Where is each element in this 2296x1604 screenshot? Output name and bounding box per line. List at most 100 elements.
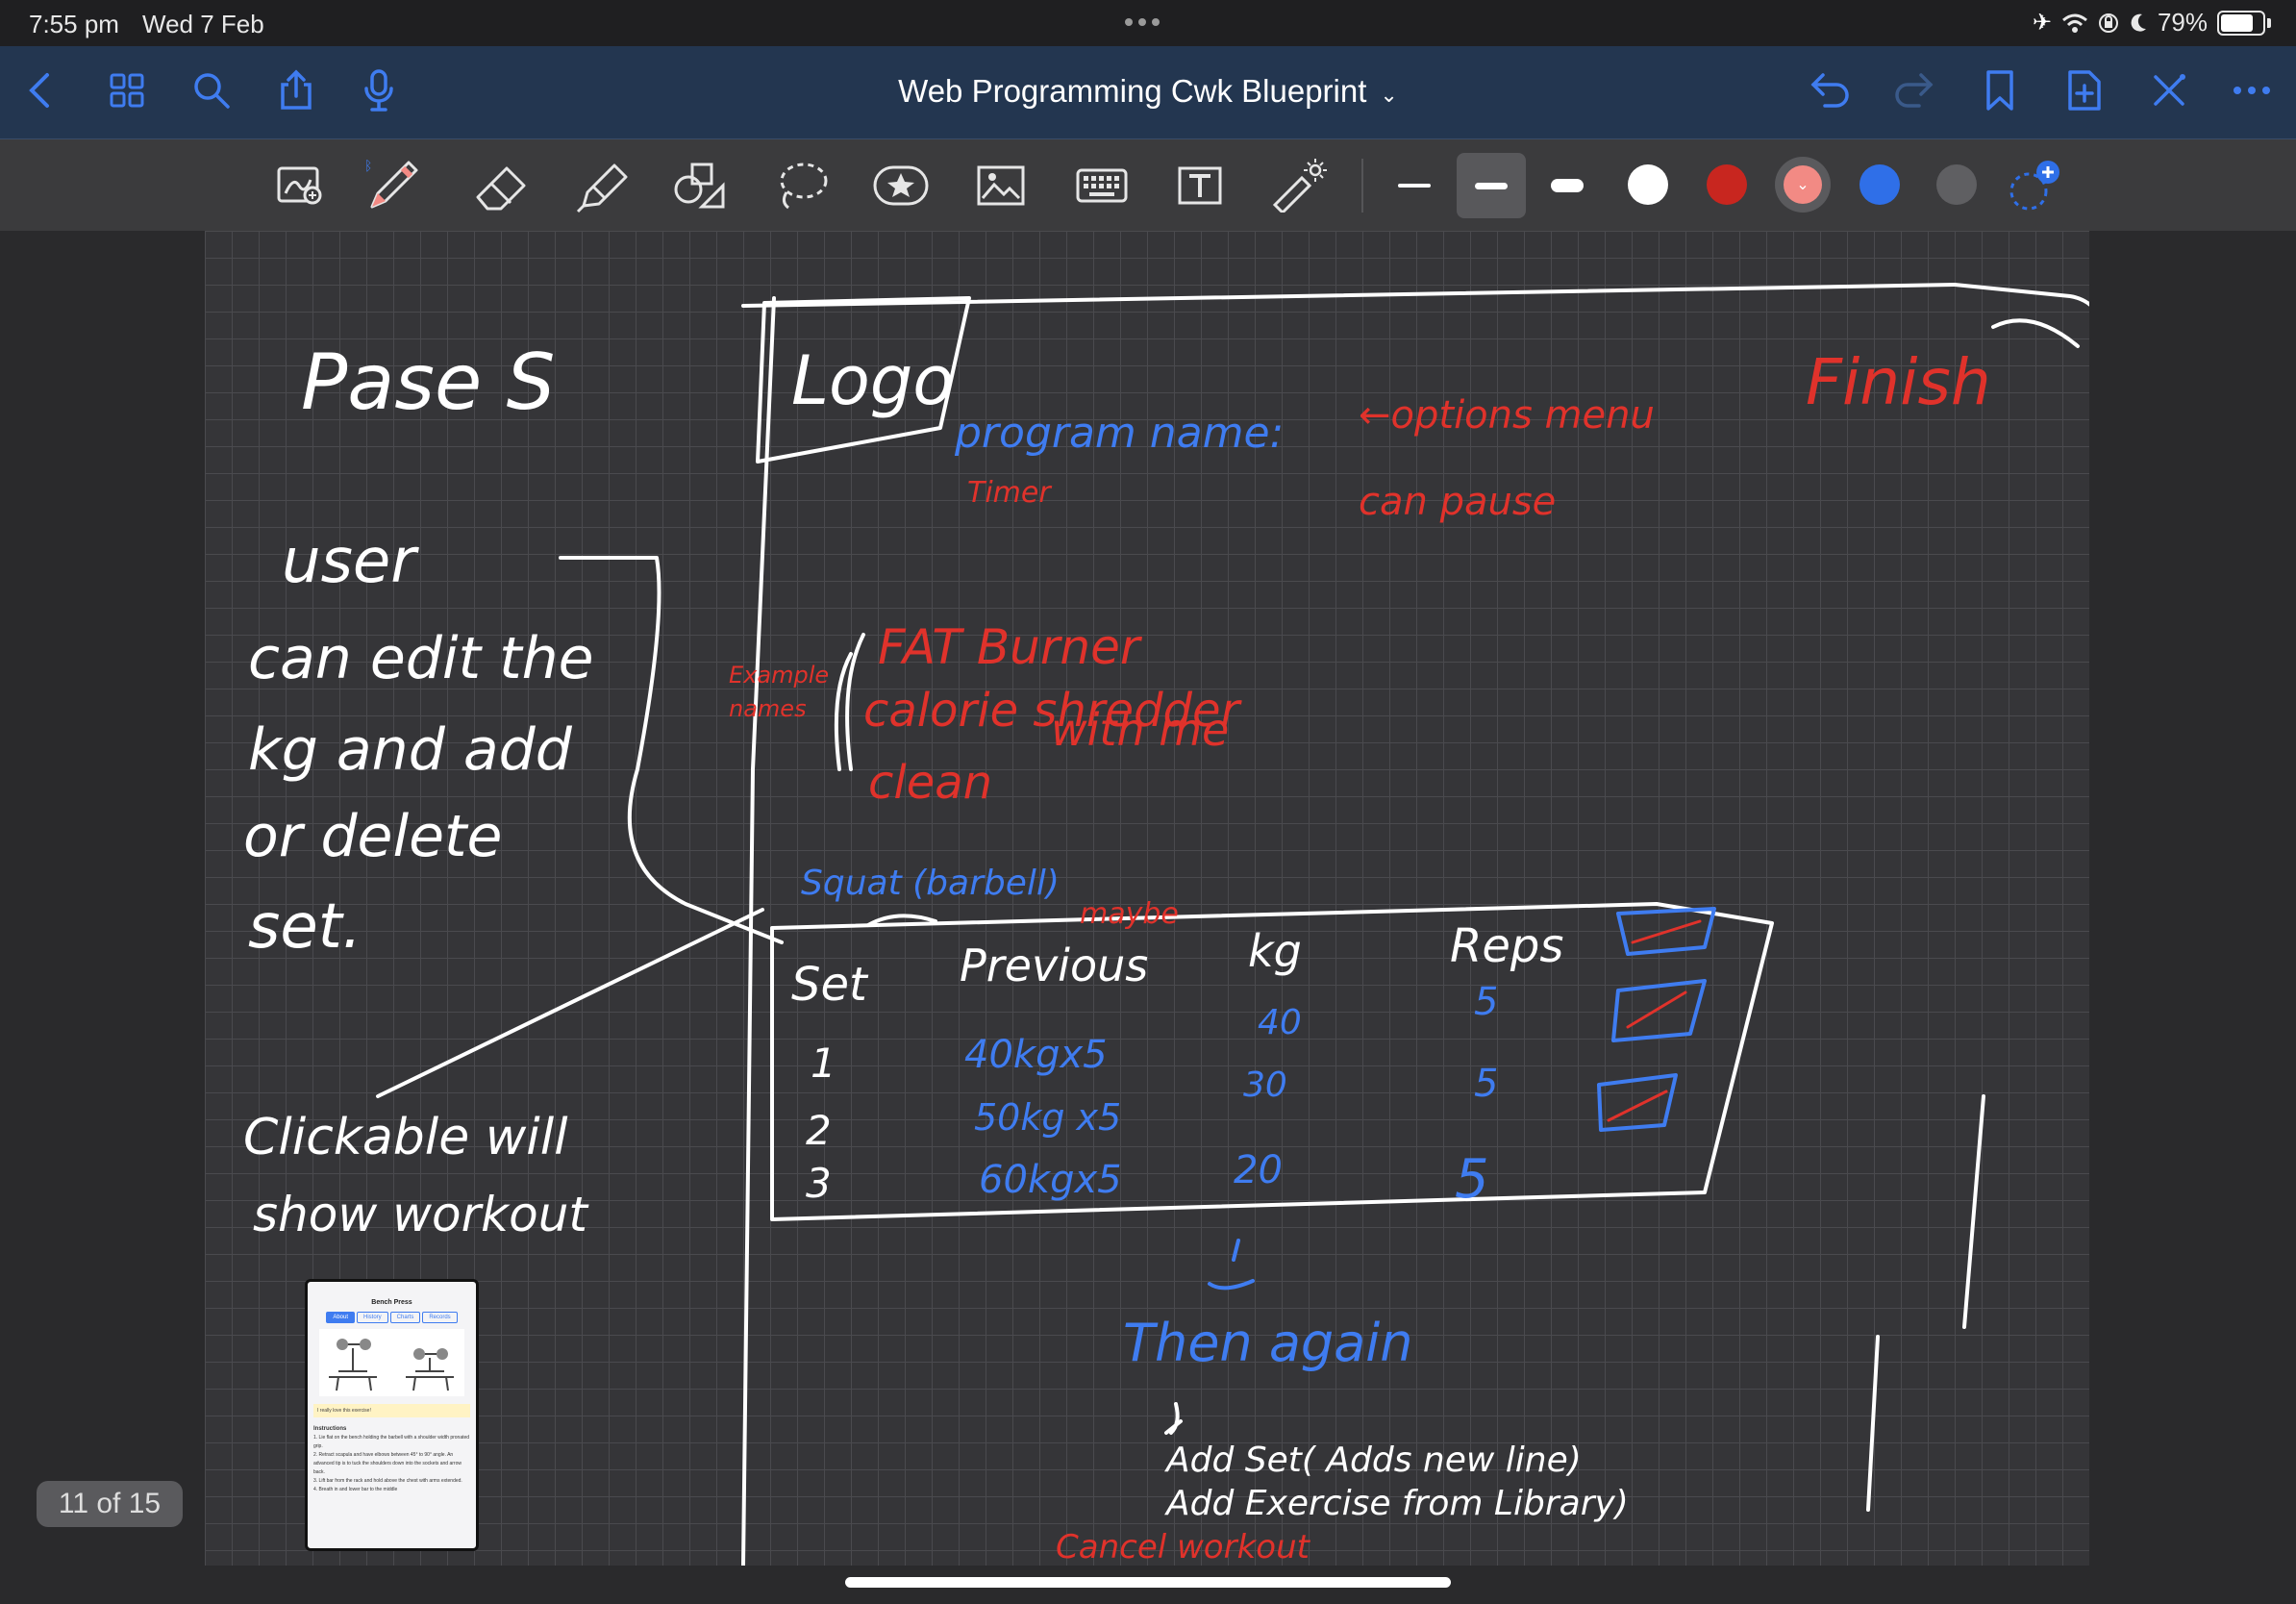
frame-corner-curve: [1991, 318, 2080, 348]
more-icon[interactable]: [2225, 63, 2279, 117]
share-icon[interactable]: [269, 63, 323, 117]
stroke-width-medium[interactable]: [1457, 153, 1526, 218]
timer-label: Timer: [967, 476, 1052, 510]
status-date: Wed 7 Feb: [142, 10, 264, 38]
home-indicator[interactable]: [845, 1577, 1451, 1588]
phone-instructions-heading: Instructions: [313, 1426, 347, 1432]
image-icon[interactable]: [968, 153, 1034, 218]
row-1-kg: 40: [1258, 1003, 1302, 1042]
status-icons: ✈ 79%: [2033, 8, 2271, 38]
finish-label: Finish: [1806, 345, 1991, 419]
user-note-arrow: [559, 556, 784, 944]
program-name-label: program name:: [954, 409, 1284, 458]
row-2-reps: 5: [1474, 1062, 1498, 1106]
can-pause-label: can pause: [1359, 480, 1556, 524]
status-bar: 7:55 pm Wed 7 Feb ✈ 79%: [0, 0, 2296, 46]
eraser-icon[interactable]: [468, 153, 534, 218]
multitasking-dots-icon[interactable]: [1125, 18, 1160, 26]
stroke-width-thick[interactable]: [1535, 153, 1600, 218]
pasted-app-screenshot[interactable]: Bench Press About History Charts Records…: [305, 1279, 479, 1551]
bench-press-illustration: [319, 1329, 464, 1396]
status-time: 7:55 pm: [29, 10, 119, 38]
svg-text:ᛒ: ᛒ: [364, 158, 372, 173]
clickable-note-arrow: [376, 908, 764, 1098]
keyboard-icon[interactable]: [1069, 153, 1135, 218]
phone-instruction-step: 1. Lie flat on the bench holding the bar…: [313, 1435, 470, 1449]
sticker-icon[interactable]: [868, 153, 934, 218]
color-swatch-blue[interactable]: [1859, 164, 1900, 205]
back-chevron-icon[interactable]: [13, 63, 67, 117]
pen-icon[interactable]: ᛒ: [361, 153, 426, 218]
bookmark-icon[interactable]: [1973, 63, 2027, 117]
shapes-icon[interactable]: [667, 153, 733, 218]
clickable-note-line-1: Clickable will: [243, 1109, 568, 1166]
example-name-clean: clean: [868, 756, 992, 810]
orientation-lock-icon: [2098, 13, 2118, 33]
phone-tab-records: Records: [422, 1312, 458, 1323]
notebook-page[interactable]: Pase S Logo Finish program name: ←option…: [205, 231, 2089, 1566]
phone-instruction-step: 3. Lift bar from the rack and hold above…: [313, 1478, 462, 1484]
document-title[interactable]: Web Programming Cwk Blueprint: [898, 73, 1366, 109]
toolbar-divider: [1361, 159, 1363, 213]
then-again-label: Then again: [1123, 1313, 1413, 1373]
highlighter-icon[interactable]: [570, 153, 636, 218]
color-swatch-grey[interactable]: [1936, 164, 1977, 205]
lasso-icon[interactable]: [769, 153, 835, 218]
user-note-line-2: can edit the: [248, 625, 594, 692]
laser-pointer-icon[interactable]: [1265, 153, 1331, 218]
set-2-checkbox: [1611, 979, 1707, 1042]
search-icon[interactable]: [185, 63, 238, 117]
frame-right-tick: [1962, 1094, 1985, 1329]
canvas-area[interactable]: Pase S Logo Finish program name: ←option…: [0, 231, 2296, 1604]
user-note-line-4: or delete: [243, 803, 502, 870]
add-set-note: Add Set( Adds new line): [1164, 1441, 1582, 1480]
redo-icon[interactable]: [1886, 63, 1940, 117]
cancel-workout-note: Cancel workout: [1056, 1528, 1311, 1566]
row-2-previous: 50kg x5: [974, 1096, 1121, 1139]
example-name-with-me: with me: [1051, 704, 1229, 756]
add-set-arrow: [1164, 1402, 1183, 1435]
logo-label: Logo: [791, 341, 954, 420]
close-x-icon[interactable]: [2142, 63, 2196, 117]
stroke-width-thin[interactable]: [1382, 153, 1447, 218]
text-box-icon[interactable]: [1167, 153, 1233, 218]
undo-icon[interactable]: [1804, 63, 1858, 117]
page-heading: Pase S: [301, 338, 555, 427]
airplane-icon: ✈: [2032, 10, 2052, 36]
add-color-icon[interactable]: [2008, 159, 2065, 216]
col-set-header: Set: [791, 958, 869, 1012]
example-name-fat: FAT Burner: [878, 619, 1143, 675]
grid-icon[interactable]: [100, 63, 154, 117]
app-frame-outline: [741, 283, 2089, 308]
then-again-arrow: [1208, 1239, 1255, 1291]
drawing-toolbar: ᛒ ⌄: [0, 139, 2296, 231]
page-indicator: 11 of 15: [37, 1481, 183, 1527]
options-menu-label: ←options menu: [1359, 393, 1655, 438]
navigation-bar: Web Programming Cwk Blueprint ⌄: [0, 46, 2296, 139]
phone-exercise-title: Bench Press: [371, 1299, 412, 1306]
battery-percent: 79%: [2157, 8, 2208, 37]
user-note-line-3: kg and add: [248, 716, 573, 784]
phone-tab-about: About: [326, 1312, 355, 1323]
battery-fill: [2221, 13, 2254, 32]
set-3-check: [1607, 1090, 1668, 1122]
chevron-down-icon[interactable]: ⌄: [1380, 83, 1397, 107]
user-note-line-1: user: [282, 526, 419, 597]
frame-bottom-right-line: [1866, 1335, 1880, 1512]
exercise-name-label: Squat (barbell): [801, 864, 1060, 903]
color-swatch-red[interactable]: [1707, 164, 1747, 205]
row-2-kg: 30: [1243, 1065, 1287, 1105]
color-swatch-white[interactable]: [1628, 164, 1668, 205]
phone-tab-charts: Charts: [389, 1312, 421, 1323]
microphone-icon[interactable]: [352, 63, 406, 117]
moon-icon: [2131, 13, 2146, 32]
add-page-icon[interactable]: [2058, 63, 2111, 117]
row-1-previous: 40kgx5: [964, 1033, 1108, 1077]
phone-instructions: Instructions 1. Lie flat on the bench ho…: [313, 1425, 470, 1494]
col-previous-header: Previous: [960, 940, 1148, 991]
set-2-check: [1626, 990, 1687, 1029]
image-zoom-icon[interactable]: [267, 153, 333, 218]
battery-icon: [2217, 10, 2265, 36]
color-swatch-pink-selected[interactable]: ⌄: [1775, 157, 1831, 213]
chevron-down-icon: ⌄: [1784, 165, 1822, 204]
